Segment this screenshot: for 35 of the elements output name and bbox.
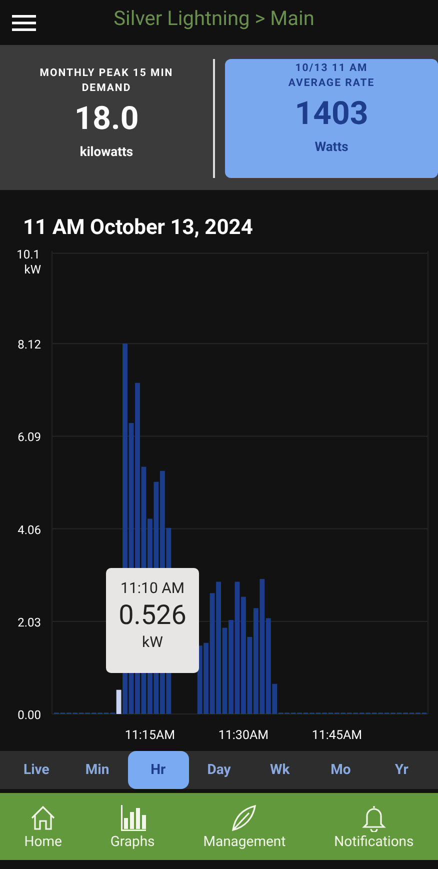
stat-value: 18.0 <box>74 99 139 137</box>
axis-label: 11:45AM <box>312 728 362 743</box>
axis-label: 0.00 <box>18 708 41 722</box>
chart-heading: 11 AM October 13, 2024 <box>23 216 253 240</box>
nav-item[interactable]: Home <box>24 804 62 850</box>
page-title: Silver Lightning > Main <box>114 6 314 30</box>
range-tab[interactable]: Live <box>6 751 67 789</box>
axis-label: 8.12 <box>18 338 41 352</box>
axis-label: 11:15AM <box>124 728 176 743</box>
range-tab[interactable]: Hr <box>128 751 189 789</box>
axis-label: 6.09 <box>18 430 41 444</box>
axis-label: 10.1 <box>16 247 40 262</box>
stat-label: MONTHLY PEAK 15 MIN DEMAND <box>38 65 174 95</box>
nav-item[interactable]: Management <box>203 804 286 850</box>
range-tab[interactable]: Day <box>188 751 250 789</box>
axis-title: kW <box>24 262 41 276</box>
chart-bar[interactable] <box>197 646 202 714</box>
range-tab[interactable]: Min <box>66 751 128 789</box>
axis-label: 11:30AM <box>218 728 269 743</box>
range-tab[interactable]: Yr <box>371 751 432 789</box>
stat-unit: kilowatts <box>80 145 134 160</box>
stat-label: 10/13 11 AM <box>295 60 368 75</box>
axis-label: 2.03 <box>18 615 41 630</box>
range-tab[interactable]: Mo <box>310 751 372 789</box>
stat-label: AVERAGE RATE <box>288 75 375 90</box>
axis-label: 4.06 <box>18 522 41 537</box>
nav-item[interactable]: Graphs <box>110 804 155 850</box>
stat-value: 1403 <box>294 94 368 132</box>
tooltip-unit: kW <box>142 633 163 651</box>
stat-unit: Watts <box>314 140 348 155</box>
menu-icon[interactable] <box>12 12 36 32</box>
nav-item[interactable]: Notifications <box>334 804 414 850</box>
tooltip-value: 0.526 <box>118 599 186 631</box>
range-tab[interactable]: Wk <box>249 751 310 789</box>
tooltip-time: 11:10 AM <box>120 579 184 597</box>
